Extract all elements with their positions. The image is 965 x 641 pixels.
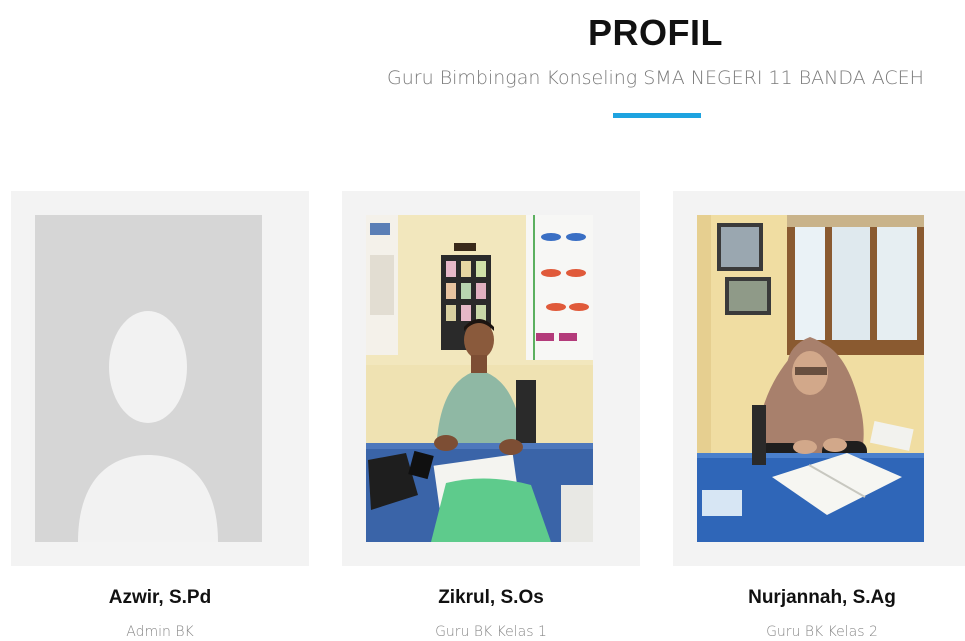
- profile-name-3: Nurjannah, S.Ag: [748, 587, 896, 608]
- placeholder-avatar-icon: [35, 215, 262, 542]
- profile-cards: [11, 191, 965, 566]
- page-subtitle: Guru Bimbingan Konseling SMA NEGERI 11 B…: [387, 67, 924, 89]
- profile-card-1[interactable]: [11, 191, 309, 566]
- profile-role-2: Guru BK Kelas 1: [435, 624, 547, 640]
- profile-role-1: Admin BK: [126, 624, 194, 640]
- profile-role-3: Guru BK Kelas 2: [766, 624, 878, 640]
- profile-name-1: Azwir, S.Pd: [108, 587, 212, 608]
- teacher-photo-male: [366, 215, 593, 542]
- profile-page: PROFIL Guru Bimbingan Konseling SMA NEGE…: [0, 0, 965, 641]
- profile-card-3[interactable]: [673, 191, 965, 566]
- profile-card-2[interactable]: [342, 191, 640, 566]
- title-underline: [613, 113, 701, 118]
- teacher-photo-female: [697, 215, 924, 542]
- profile-name-2: Zikrul, S.Os: [438, 587, 544, 608]
- page-title: PROFIL: [588, 12, 723, 53]
